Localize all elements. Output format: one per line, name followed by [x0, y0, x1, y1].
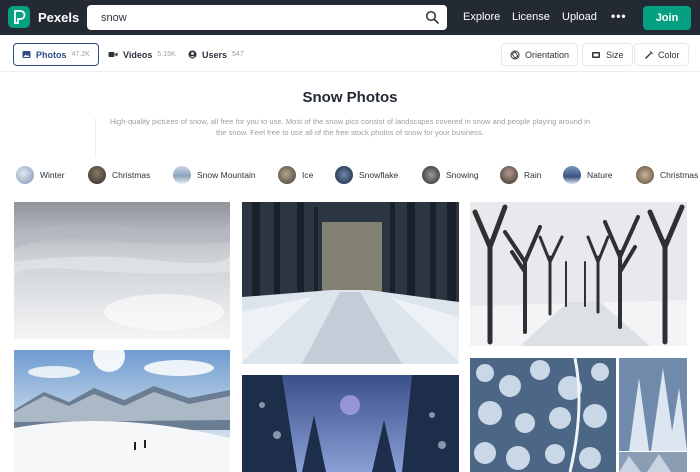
- chip-label: Rain: [524, 170, 542, 180]
- search-input[interactable]: [87, 5, 417, 30]
- related-chip[interactable]: Rain: [500, 163, 541, 187]
- orientation-icon: [510, 50, 520, 59]
- related-chip[interactable]: Snowing: [422, 163, 479, 187]
- related-chip[interactable]: Snowflake: [335, 163, 398, 187]
- tab-users[interactable]: Users 547: [179, 43, 253, 66]
- tab-videos[interactable]: Videos 5.15K: [99, 43, 185, 66]
- chip-thumbnail: [335, 166, 353, 184]
- pexels-logo-icon[interactable]: [8, 6, 30, 28]
- tab-photos[interactable]: Photos 47.2K: [13, 43, 99, 66]
- mountain-skiers-photo[interactable]: [14, 350, 230, 472]
- size-icon: [592, 51, 600, 58]
- explore-link[interactable]: Explore: [463, 11, 500, 23]
- frozen-trees-photo[interactable]: [619, 452, 687, 472]
- chip-thumbnail: [500, 166, 518, 184]
- page-description: High-quality pictures of snow, all free …: [109, 117, 591, 137]
- related-chip[interactable]: Snow Mountain: [173, 163, 256, 187]
- chip-label: Christmas: [660, 170, 699, 180]
- snow-surface-photo[interactable]: [14, 202, 230, 339]
- orientation-filter[interactable]: Orientation: [501, 43, 579, 66]
- tab-users-label: Users: [202, 49, 228, 60]
- size-filter-label: Size: [606, 49, 624, 60]
- color-icon: [645, 50, 653, 59]
- aerial-forest-photo[interactable]: [470, 358, 616, 472]
- top-navigation-bar: Pexels Explore License Upload ••• Join: [0, 0, 700, 35]
- related-chip[interactable]: Christmas: [636, 163, 698, 187]
- chip-thumbnail: [173, 166, 191, 184]
- content-type-nav: Photos 47.2K Videos 5.15K Users 547 Orie…: [0, 35, 700, 72]
- related-searches: Winter Christmas Snow Mountain Ice Snowf…: [0, 163, 700, 187]
- page-title: Snow Photos: [302, 89, 398, 106]
- tree-avenue-photo[interactable]: [470, 202, 687, 346]
- snowy-forest-road-photo[interactable]: [242, 202, 459, 364]
- chip-label: Snowflake: [359, 170, 399, 180]
- chip-label: Snow Mountain: [197, 170, 256, 180]
- chip-thumbnail: [88, 166, 106, 184]
- chip-thumbnail: [278, 166, 296, 184]
- upload-link[interactable]: Upload: [562, 11, 597, 23]
- more-menu-button[interactable]: •••: [611, 9, 627, 23]
- chip-label: Christmas: [112, 170, 151, 180]
- license-link[interactable]: License: [512, 11, 550, 23]
- divider: [95, 118, 96, 158]
- chip-label: Winter: [40, 170, 65, 180]
- chip-label: Nature: [587, 170, 613, 180]
- related-chip[interactable]: Winter: [16, 163, 65, 187]
- tab-photos-count: 47.2K: [71, 51, 90, 58]
- related-chip[interactable]: Christmas: [88, 163, 150, 187]
- orientation-filter-label: Orientation: [525, 49, 570, 60]
- related-chip[interactable]: Nature: [563, 163, 613, 187]
- frozen-trees-photo[interactable]: [619, 358, 687, 451]
- color-filter[interactable]: Color: [634, 43, 689, 66]
- size-filter[interactable]: Size: [582, 43, 633, 66]
- tab-videos-label: Videos: [123, 49, 153, 60]
- search-bar: [87, 5, 447, 30]
- search-icon[interactable]: [425, 10, 440, 25]
- color-filter-label: Color: [658, 49, 680, 60]
- photo-icon: [22, 51, 31, 58]
- brand-name[interactable]: Pexels: [38, 10, 79, 25]
- join-button[interactable]: Join: [643, 6, 691, 30]
- tab-photos-label: Photos: [36, 49, 67, 60]
- tab-videos-count: 5.15K: [157, 51, 176, 58]
- chip-label: Snowing: [446, 170, 479, 180]
- related-chip[interactable]: Ice: [278, 163, 313, 187]
- chip-thumbnail: [16, 166, 34, 184]
- chip-thumbnail: [563, 166, 581, 184]
- chip-thumbnail: [422, 166, 440, 184]
- user-icon: [188, 50, 197, 59]
- chip-thumbnail: [636, 166, 654, 184]
- tab-users-count: 547: [232, 51, 244, 58]
- chip-label: Ice: [302, 170, 314, 180]
- forest-night-photo[interactable]: [242, 375, 459, 472]
- video-icon: [108, 52, 118, 57]
